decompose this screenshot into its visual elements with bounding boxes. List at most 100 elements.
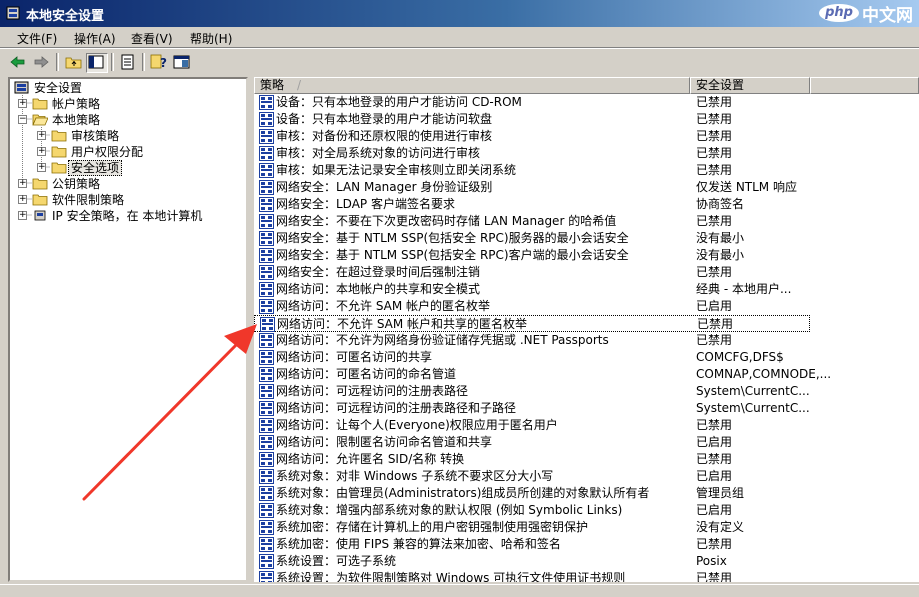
table-row[interactable]: 网络安全：LAN Manager 身份验证级别 仅发送 NTLM 响应 — [254, 179, 814, 196]
up-folder-icon[interactable] — [64, 53, 84, 71]
table-row[interactable]: 网络访问：本地帐户的共享和安全模式 经典 - 本地用户... — [254, 281, 814, 298]
watermark-text: 中文网 — [862, 5, 913, 26]
forward-icon[interactable] — [31, 53, 51, 71]
table-row[interactable]: 网络访问：可匿名访问的共享 COMCFG,DFS$ — [254, 349, 814, 366]
show-tree-icon — [88, 55, 104, 69]
policy-icon — [259, 486, 274, 501]
policy-setting: 已禁用 — [696, 571, 733, 582]
table-row[interactable]: 系统对象：对非 Windows 子系统不要求区分大小写 已启用 — [254, 468, 814, 485]
table-row[interactable]: 网络访问：允许匿名 SID/名称 转换 已禁用 — [254, 451, 814, 468]
table-row[interactable]: 系统设置：为软件限制策略对 Windows 可执行文件使用证书规则 已禁用 — [254, 570, 814, 582]
policy-setting: 经典 - 本地用户... — [696, 282, 792, 296]
tree-item-label: 用户权限分配 — [71, 145, 144, 159]
table-row[interactable]: 网络安全：不要在下次更改密码时存储 LAN Manager 的哈希值 已禁用 — [254, 213, 814, 230]
help-icon[interactable]: ? — [149, 53, 169, 71]
table-row[interactable]: 网络安全：基于 NTLM SSP(包括安全 RPC)客户端的最小会话安全 没有最小 — [254, 247, 814, 264]
tree-item-software-restriction[interactable]: + 软件限制策略 — [10, 192, 240, 208]
policy-icon — [259, 401, 274, 416]
policy-icon — [259, 537, 274, 552]
table-row[interactable]: 设备：只有本地登录的用户才能访问软盘 已禁用 — [254, 111, 814, 128]
table-row[interactable]: 设备：只有本地登录的用户才能访问 CD-ROM 已禁用 — [254, 94, 814, 111]
policy-list: 策略 / 安全设置 设备：只有本地登录的用户才能访问 CD-ROM 已禁用 设备：只… — [254, 77, 919, 582]
expand-icon[interactable]: + — [18, 179, 27, 188]
menu-help[interactable]: 帮助(H) — [190, 30, 232, 47]
title-bar: 本地安全设置 php 中文网 — [0, 0, 919, 27]
policy-setting: 仅发送 NTLM 响应 — [696, 180, 797, 194]
table-row[interactable]: 系统对象：由管理员(Administrators)组成员所创建的对象默认所有者 管… — [254, 485, 814, 502]
table-row[interactable]: 审核：如果无法记录安全审核则立即关闭系统 已禁用 — [254, 162, 814, 179]
expand-icon[interactable]: + — [18, 99, 27, 108]
expand-icon[interactable]: + — [18, 195, 27, 204]
export-list-icon[interactable] — [118, 53, 138, 71]
table-row[interactable]: 网络安全：在超过登录时间后强制注销 已禁用 — [254, 264, 814, 281]
policy-name: 网络访问：不允许为网络身份验证储存凭据或 .NET Passports — [276, 333, 609, 347]
policy-icon — [259, 265, 274, 280]
menu-bar: 文件(F) 操作(A) 查看(V) 帮助(H) — [0, 27, 919, 48]
table-row[interactable]: 网络访问：可匿名访问的命名管道 COMNAP,COMNODE,... — [254, 366, 831, 383]
table-row[interactable]: 网络访问：让每个人(Everyone)权限应用于匿名用户 已禁用 — [254, 417, 814, 434]
tree-item-local-policies[interactable]: − 本地策略 — [10, 112, 240, 128]
expand-icon[interactable]: + — [18, 211, 27, 220]
tree-item-label: 帐户策略 — [52, 97, 101, 111]
policy-name: 系统对象：由管理员(Administrators)组成员所创建的对象默认所有者 — [276, 486, 650, 500]
menu-action[interactable]: 操作(A) — [74, 30, 116, 47]
policy-icon — [259, 146, 274, 161]
table-row[interactable]: 系统加密：使用 FIPS 兼容的算法来加密、哈希和签名 已禁用 — [254, 536, 814, 553]
policy-name: 网络安全：基于 NTLM SSP(包括安全 RPC)服务器的最小会话安全 — [276, 231, 629, 245]
expand-icon[interactable]: + — [37, 131, 46, 140]
column-header-policy[interactable]: 策略 / — [254, 77, 690, 94]
policy-setting: 已禁用 — [697, 317, 734, 331]
table-row[interactable]: 网络访问：不允许 SAM 帐户的匿名枚举 已启用 — [254, 298, 814, 315]
policy-icon — [259, 520, 274, 535]
tree-root[interactable]: 安全设置 — [14, 80, 244, 96]
tree-item-public-key[interactable]: + 公钥策略 — [10, 176, 240, 192]
show-tree-button[interactable] — [86, 53, 108, 73]
table-row[interactable]: 系统加密：存储在计算机上的用户密钥强制使用强密钥保护 没有定义 — [254, 519, 814, 536]
policy-setting: 已启用 — [696, 503, 733, 517]
table-row[interactable]: 网络访问：可远程访问的注册表路径和子路径 System\CurrentC... — [254, 400, 814, 417]
tree-item-label: 软件限制策略 — [52, 193, 125, 207]
svg-text:?: ? — [160, 56, 167, 70]
column-header-setting[interactable]: 安全设置 — [690, 77, 810, 94]
table-row[interactable]: 审核：对备份和还原权限的使用进行审核 已禁用 — [254, 128, 814, 145]
policy-setting: 没有最小 — [696, 231, 745, 245]
ip-security-icon — [34, 210, 46, 221]
php-watermark: php 中文网 — [819, 2, 913, 26]
status-bar — [0, 584, 919, 597]
table-row[interactable]: 网络访问：不允许为网络身份验证储存凭据或 .NET Passports 已禁用 — [254, 332, 814, 349]
tree-item-ip-security[interactable]: + IP 安全策略，在 本地计算机 — [10, 208, 240, 224]
tree-item-security-options[interactable]: + 安全选项 — [10, 160, 240, 176]
php-logo: php — [819, 4, 859, 22]
menu-file[interactable]: 文件(F) — [17, 30, 57, 47]
tree-item-audit-policy[interactable]: + 审核策略 — [10, 128, 240, 144]
policy-icon — [259, 469, 274, 484]
table-row[interactable]: 网络访问：限制匿名访问命名管道和共享 已启用 — [254, 434, 814, 451]
expand-icon[interactable]: + — [37, 163, 46, 172]
back-icon[interactable] — [8, 53, 28, 71]
collapse-icon[interactable]: − — [18, 115, 27, 124]
table-row[interactable]: 网络访问：可远程访问的注册表路径 System\CurrentC... — [254, 383, 814, 400]
table-row[interactable]: 网络安全：LDAP 客户端签名要求 协商签名 — [254, 196, 814, 213]
policy-name: 审核：对全局系统对象的访问进行审核 — [276, 146, 481, 160]
policy-name: 系统设置：可选子系统 — [276, 554, 397, 568]
policy-name: 网络访问：本地帐户的共享和安全模式 — [276, 282, 481, 296]
table-row[interactable]: 系统对象：增强内部系统对象的默认权限 (例如 Symbolic Links) 已启… — [254, 502, 814, 519]
policy-name: 系统加密：使用 FIPS 兼容的算法来加密、哈希和签名 — [276, 537, 561, 551]
policy-icon — [259, 367, 274, 382]
expand-icon[interactable]: + — [37, 147, 46, 156]
menu-view[interactable]: 查看(V) — [131, 30, 173, 47]
tree-item-user-rights[interactable]: + 用户权限分配 — [10, 144, 240, 160]
policy-setting: 已启用 — [696, 299, 733, 313]
policy-setting: 已禁用 — [696, 452, 733, 466]
policy-icon — [259, 350, 274, 365]
table-row[interactable]: 网络访问：不允许 SAM 帐户和共享的匿名枚举 已禁用 — [254, 315, 810, 332]
policy-setting: 已禁用 — [696, 163, 733, 177]
policy-name: 审核：对备份和还原权限的使用进行审核 — [276, 129, 493, 143]
tree-item-account-policies[interactable]: + 帐户策略 — [10, 96, 240, 112]
table-row[interactable]: 审核：对全局系统对象的访问进行审核 已禁用 — [254, 145, 814, 162]
table-row[interactable]: 网络安全：基于 NTLM SSP(包括安全 RPC)服务器的最小会话安全 没有最小 — [254, 230, 814, 247]
console-icon[interactable] — [172, 53, 192, 71]
policy-setting: 已启用 — [696, 435, 733, 449]
tree-root-label: 安全设置 — [34, 81, 83, 95]
table-row[interactable]: 系统设置：可选子系统 Posix — [254, 553, 814, 570]
